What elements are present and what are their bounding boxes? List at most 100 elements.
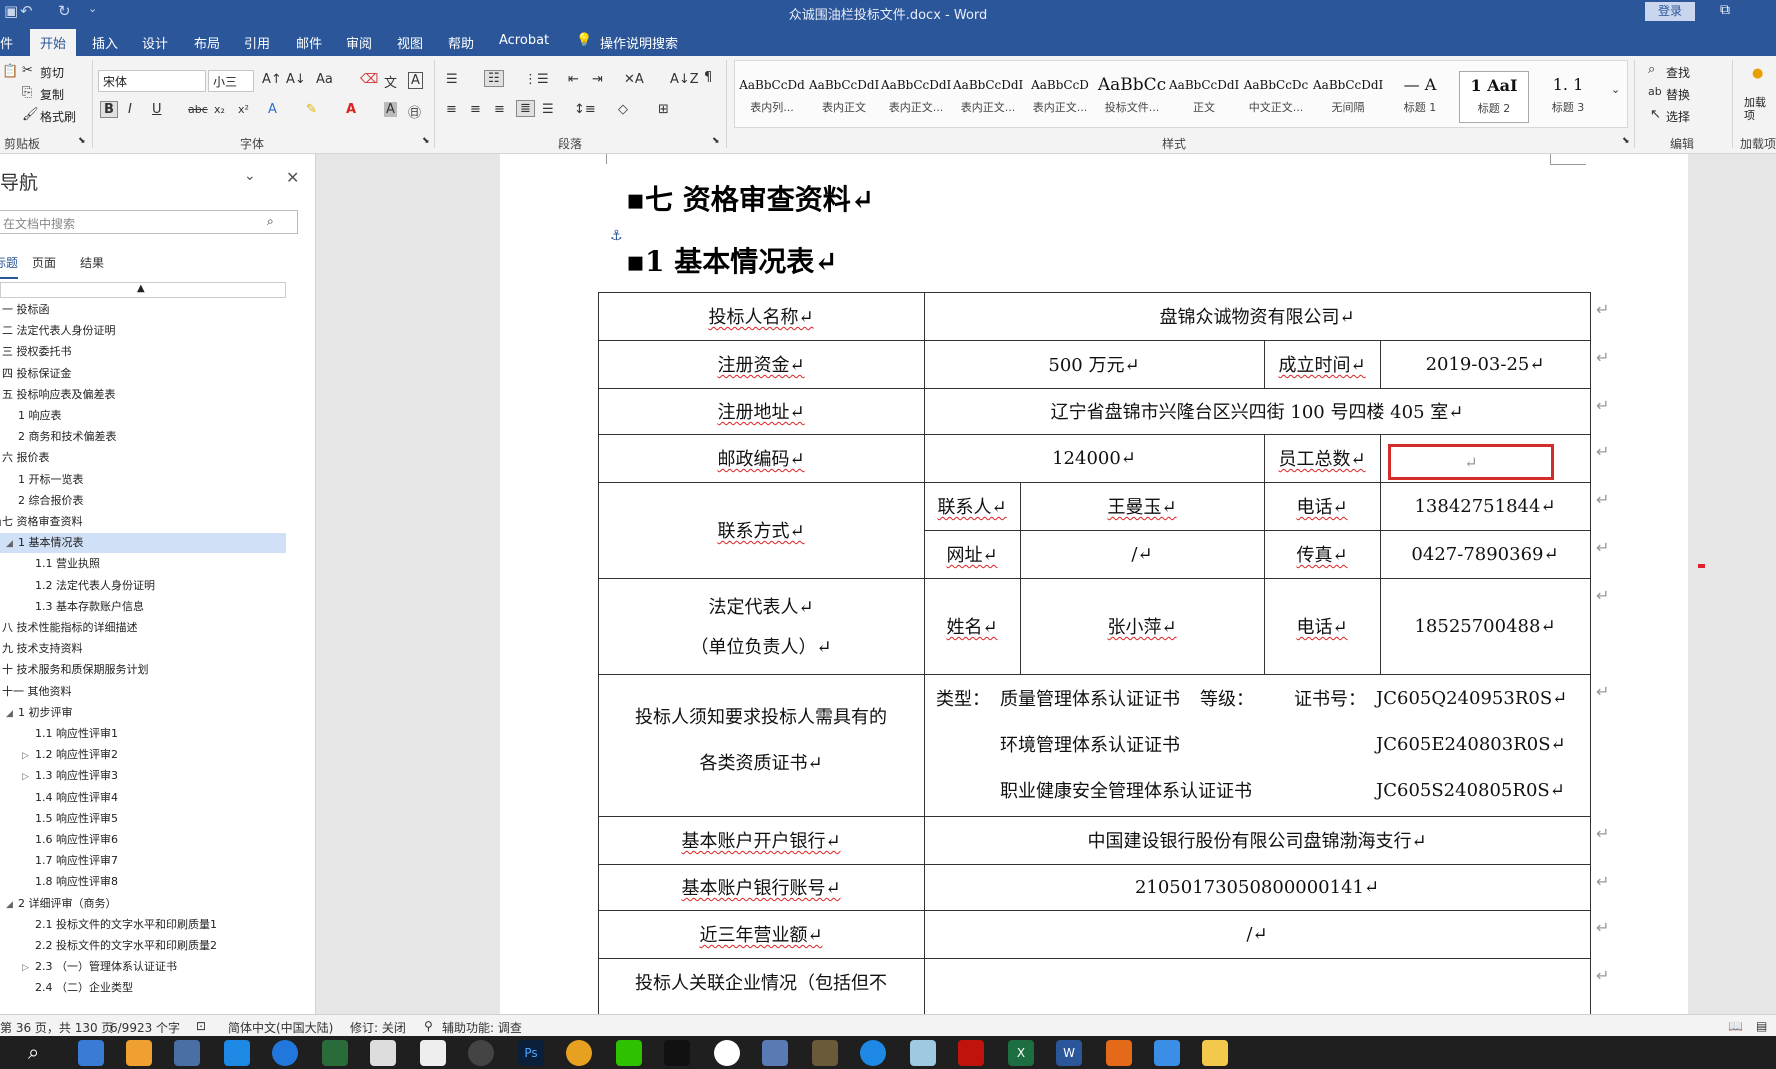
word-icon[interactable]: W [1056,1040,1082,1066]
text-effects-icon[interactable]: A [268,102,277,117]
align-center-icon[interactable]: ≡ [470,102,481,117]
image-viewer-icon[interactable] [126,1040,152,1066]
italic-icon[interactable]: I [128,102,132,117]
highlight-icon[interactable]: ✎ [306,102,317,117]
document-page[interactable]: ▪七 资格审查资料↵ ⚓ ▪1 基本情况表↵ 投标人名称↵ 盘锦众诚物资有限公司… [500,154,1688,1014]
nav-scroll-up[interactable]: ▲ [0,282,286,298]
login-button[interactable]: 登录 [1645,2,1695,21]
expand-arrow-icon[interactable]: ▷ [22,767,29,787]
tab-headings[interactable]: 标题 [0,254,19,279]
app-icon[interactable] [812,1040,838,1066]
show-marks-icon[interactable]: ¶ [704,70,712,85]
staff-value[interactable]: ↵ [1464,453,1477,472]
find-button[interactable]: 查找 [1666,64,1690,81]
clipboard-launcher-icon[interactable]: ⬊ [78,136,86,146]
expand-arrow-icon[interactable]: ▷ [22,958,29,978]
change-case-icon[interactable]: Aa [316,72,333,87]
borders-icon[interactable]: ⊞ [658,102,669,117]
word-count[interactable]: 6/9923 个字 [110,1019,180,1036]
app-icon[interactable] [1106,1040,1132,1066]
chevron-down-icon[interactable]: ⌄ [244,168,256,184]
align-right-icon[interactable]: ≡ [494,102,505,117]
ribbon-display-icon[interactable]: ⧉ [1720,2,1730,18]
app-icon[interactable] [762,1040,788,1066]
phonetic-guide-icon[interactable]: 文 [384,72,397,91]
app-icon[interactable] [1154,1040,1180,1066]
expand-arrow-icon[interactable]: ◢ [6,895,13,915]
font-name-select[interactable]: 宋体 [98,70,206,92]
expand-arrow-icon[interactable]: ◢ [0,513,1,533]
numbering-icon[interactable]: ☷ [484,70,504,87]
expand-arrow-icon[interactable]: ◢ [6,534,13,554]
line-spacing-icon[interactable]: ↕≡ [574,102,596,117]
clear-format-icon[interactable]: ⌫ [360,72,378,87]
strikethrough-icon[interactable]: abc [188,103,208,116]
tab-mailings[interactable]: 邮件 [296,33,322,52]
tell-me-search[interactable]: 操作说明搜索 [600,33,678,52]
browser-icon[interactable] [272,1040,298,1066]
copy-icon[interactable]: ⎘ [22,85,32,100]
tab-layout[interactable]: 布局 [194,33,220,52]
decrease-indent-icon[interactable]: ⇤ [568,72,579,87]
bullets-icon[interactable]: ☰ [446,72,458,87]
style-item[interactable]: AaBbCc 投标文件... [1097,71,1167,123]
shrink-font-icon[interactable]: A↓ [286,72,306,87]
multilevel-list-icon[interactable]: ⋮☰ [524,72,549,87]
justify-icon[interactable]: ≣ [516,100,535,117]
addin-icon[interactable]: ● [1752,66,1763,81]
style-item[interactable]: AaBbCcDdI 无间隔 [1313,71,1383,123]
acrobat-icon[interactable] [958,1040,984,1066]
tab-view[interactable]: 视图 [397,33,423,52]
track-changes-status[interactable]: 修订: 关闭 [350,1019,406,1036]
tab-design[interactable]: 设计 [142,33,168,52]
qq-icon[interactable] [664,1040,690,1066]
replace-icon[interactable]: ab [1648,85,1662,98]
format-painter-icon[interactable]: 🖌 [22,107,39,122]
grow-font-icon[interactable]: A↑ [262,72,282,87]
find-icon[interactable]: ⌕ [1648,62,1655,77]
tab-home[interactable]: 开始 [30,29,77,56]
close-icon[interactable]: ✕ [286,168,299,187]
browser-icon[interactable] [860,1040,886,1066]
subscript-icon[interactable]: x₂ [214,103,225,116]
tab-file[interactable]: 件 [0,33,13,52]
copy-button[interactable]: 复制 [40,86,64,103]
style-item[interactable]: AaBbCcDdI 正文 [1169,71,1239,123]
font-launcher-icon[interactable]: ⬊ [422,136,430,146]
style-item[interactable]: AaBbCcDdI 表内正文 [809,71,879,123]
proofing-icon[interactable]: ⊡ [196,1019,206,1033]
font-size-select[interactable]: 小三 [208,70,254,92]
cut-icon[interactable]: ✂ [22,63,33,78]
app-icon[interactable] [566,1040,592,1066]
styles-more-icon[interactable]: ⌄ [1611,83,1620,96]
app-icon[interactable] [370,1040,396,1066]
char-border-icon[interactable]: A [408,72,423,89]
cut-button[interactable]: 剪切 [40,64,64,81]
nav-search-input[interactable]: 在文档中搜索 ⌕ [0,210,298,234]
tab-insert[interactable]: 插入 [92,33,118,52]
wechat-icon[interactable] [616,1040,642,1066]
underline-icon[interactable]: U [152,102,162,117]
char-shading-icon[interactable]: A [384,102,397,117]
expand-arrow-icon[interactable]: ◢ [6,704,13,724]
shading-icon[interactable]: ◇ [618,102,628,117]
tab-review[interactable]: 审阅 [346,33,372,52]
search-icon[interactable]: ⌕ [28,1040,39,1064]
align-left-icon[interactable]: ≡ [446,102,457,117]
style-item[interactable]: AaBbCcDdI 表内正文... [881,71,951,123]
photoshop-icon[interactable]: Ps [518,1040,544,1066]
format-painter-button[interactable]: 格式刷 [40,108,76,125]
tab-acrobat[interactable]: Acrobat [499,33,549,48]
app-icon[interactable] [468,1040,494,1066]
language-status[interactable]: 简体中文(中国大陆) [228,1019,333,1036]
calculator-icon[interactable] [78,1040,104,1066]
tab-help[interactable]: 帮助 [448,33,474,52]
tab-references[interactable]: 引用 [244,33,270,52]
replace-button[interactable]: 替换 [1666,86,1690,103]
search-icon[interactable]: ⌕ [267,214,274,229]
app-icon[interactable] [322,1040,348,1066]
read-mode-icon[interactable]: 📖 [1728,1019,1743,1033]
page-count[interactable]: 第 36 页，共 130 页 [0,1019,113,1036]
tab-pages[interactable]: 页面 [32,254,56,271]
style-item[interactable]: AaBbCcD 表内正文... [1025,71,1095,123]
